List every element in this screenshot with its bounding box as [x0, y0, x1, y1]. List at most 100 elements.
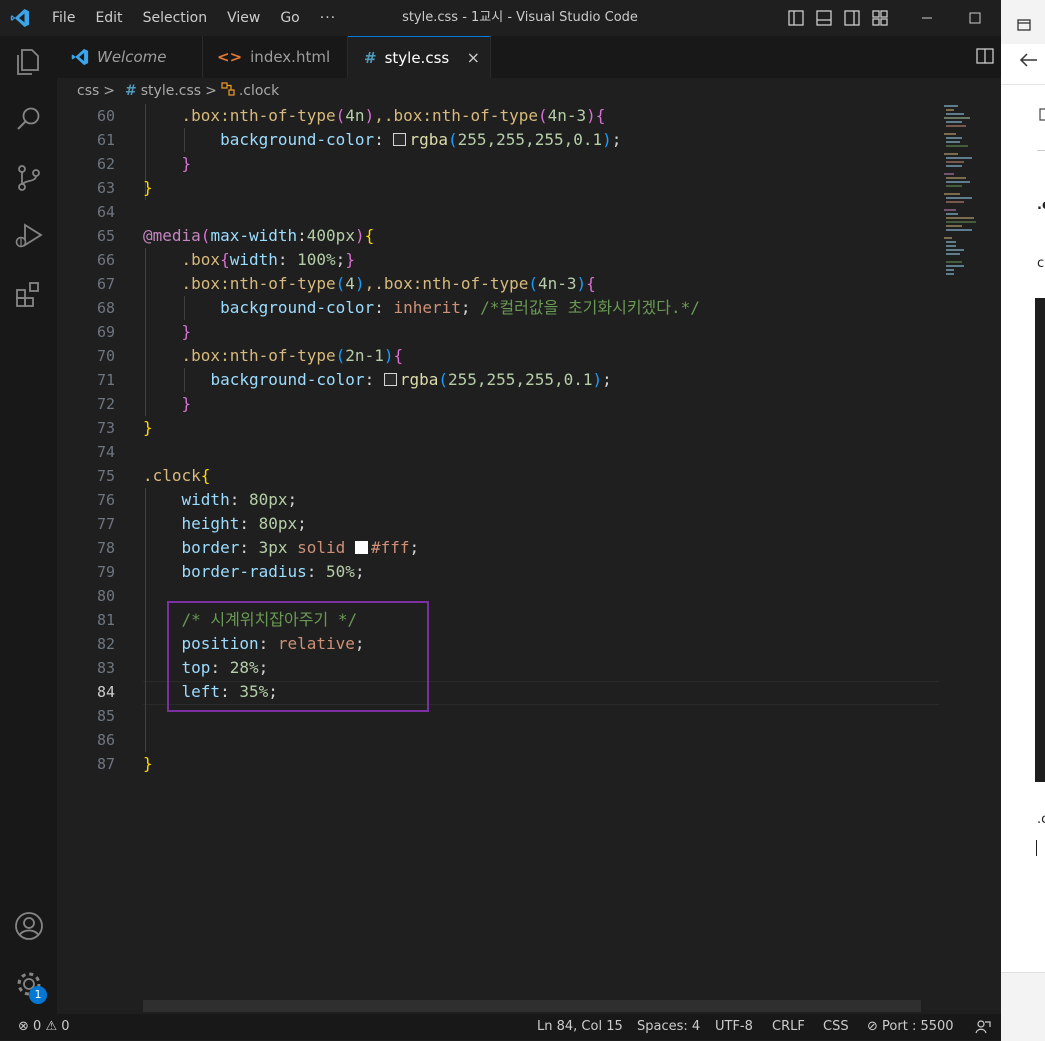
tab-icon[interactable]: [1017, 18, 1031, 32]
color-swatch[interactable]: [383, 373, 397, 386]
search-icon[interactable]: [13, 104, 45, 136]
breadcrumb-symbol[interactable]: .clock: [239, 83, 279, 99]
css-file-icon: #: [125, 83, 137, 99]
run-debug-icon[interactable]: [13, 220, 45, 252]
menu-go[interactable]: Go: [270, 10, 309, 26]
line-number-current: 84: [96, 683, 115, 701]
line-number: 61: [96, 131, 115, 149]
line-number: 82: [96, 635, 115, 653]
line-number: 75: [96, 467, 115, 485]
code-line-78: border: 3px solid #fff;: [181, 538, 420, 557]
horizontal-scrollbar[interactable]: [143, 1000, 921, 1012]
source-control-icon[interactable]: [13, 162, 45, 194]
line-number: 78: [96, 539, 115, 557]
port-label: Port : 5500: [882, 1019, 954, 1034]
tab-style-css[interactable]: # style.css ×: [348, 36, 491, 79]
line-number: 80: [96, 587, 115, 605]
end-of-line[interactable]: CRLF: [772, 1014, 805, 1040]
minimap[interactable]: [942, 104, 990, 284]
title-bar: File Edit Selection View Go ··· style.cs…: [0, 0, 1001, 36]
color-swatch[interactable]: [354, 541, 368, 554]
indentation[interactable]: Spaces: 4: [637, 1014, 700, 1040]
tab-index-html[interactable]: <> index.html: [203, 36, 348, 78]
breadcrumb-folder[interactable]: css: [77, 83, 99, 99]
code-line-73: }: [143, 418, 153, 437]
code-line-71: background-color: rgba(255,255,255,0.1);: [210, 370, 612, 389]
side-browser-window: .c c .c: [1001, 0, 1045, 1041]
problems-indicator[interactable]: ⊗ 0 ⚠ 0: [18, 1014, 70, 1040]
split-editor-icon[interactable]: [975, 46, 995, 66]
cursor-position[interactable]: Ln 84, Col 15: [537, 1014, 623, 1040]
window-title: style.css - 1교시 - Visual Studio Code: [402, 10, 638, 25]
toggle-primary-sidebar-icon[interactable]: [786, 8, 806, 28]
code-line-67: .box:nth-of-type(4),.box:nth-of-type(4n-…: [181, 274, 596, 293]
feedback-icon[interactable]: [975, 1019, 991, 1035]
code-line-63: }: [143, 178, 153, 197]
customize-layout-icon[interactable]: [870, 8, 890, 28]
line-number: 67: [96, 275, 115, 293]
color-swatch[interactable]: [393, 133, 407, 146]
error-icon: ⊗: [18, 1019, 29, 1034]
language-mode[interactable]: CSS: [823, 1014, 849, 1040]
extensions-icon[interactable]: [13, 278, 45, 310]
tab-welcome[interactable]: Welcome: [57, 36, 203, 78]
line-number: 71: [96, 371, 115, 389]
side-text-1: .c: [1037, 198, 1045, 213]
code-line-65: @media(max-width:400px){: [143, 226, 375, 245]
chevron-right-icon: >: [205, 83, 217, 99]
menu-file[interactable]: File: [42, 10, 85, 26]
line-number: 62: [96, 155, 115, 173]
minimize-button[interactable]: [904, 0, 950, 36]
editor-tabs: Welcome <> index.html # style.css ×: [57, 36, 1001, 79]
line-number: 60: [96, 107, 115, 125]
divider: [1001, 84, 1045, 85]
code-line-72: }: [181, 394, 192, 413]
vscode-icon: [71, 48, 89, 66]
line-number: 69: [96, 323, 115, 341]
menu-edit[interactable]: Edit: [85, 10, 132, 26]
toggle-secondary-sidebar-icon[interactable]: [842, 8, 862, 28]
tab-label: style.css: [384, 49, 450, 67]
explorer-icon[interactable]: [13, 46, 45, 78]
toggle-panel-icon[interactable]: [814, 8, 834, 28]
annotation-highlight-box: [167, 601, 429, 712]
code-line-79: border-radius: 50%;: [181, 562, 365, 581]
html-code-icon: <>: [217, 48, 243, 66]
back-arrow-icon[interactable]: [1019, 52, 1039, 68]
line-number: 72: [96, 395, 115, 413]
close-icon[interactable]: ×: [467, 48, 480, 67]
text-cursor: [1036, 840, 1037, 856]
breadcrumb: css > # style.css > .clock: [57, 78, 1001, 104]
vscode-logo-icon: [10, 9, 30, 27]
accounts-icon[interactable]: [13, 910, 45, 942]
browser-footer: [1001, 972, 1045, 1041]
line-number: 63: [96, 179, 115, 197]
code-editor[interactable]: 60 61 62 63 64 65 66 67 68 69 70 71 72 7…: [57, 104, 1001, 1014]
settings-notification-badge: 1: [29, 986, 47, 1004]
code-line-75: .clock{: [143, 466, 211, 485]
encoding[interactable]: UTF-8: [715, 1014, 753, 1040]
code-line-77: height: 80px;: [181, 514, 307, 533]
code-line-61: background-color: rgba(255,255,255,0.1);: [220, 130, 622, 149]
error-count: 0: [33, 1019, 42, 1034]
warning-count: 0: [61, 1019, 70, 1034]
browser-tab-strip: [1001, 0, 1045, 44]
line-number: 87: [96, 755, 115, 773]
maximize-button[interactable]: [952, 0, 998, 36]
tab-label: Welcome: [97, 48, 167, 66]
warning-icon: ⚠: [45, 1019, 58, 1034]
live-server-port[interactable]: ⊘ Port : 5500: [867, 1014, 954, 1040]
code-line-62: }: [181, 154, 192, 173]
code-line-68: background-color: inherit; /*컬러값을 초기화시키겠…: [220, 298, 700, 317]
maximize-icon: [969, 12, 981, 24]
menu-more[interactable]: ···: [310, 10, 346, 26]
side-text-2: c: [1037, 256, 1045, 271]
menu-view[interactable]: View: [217, 10, 270, 26]
menu-selection[interactable]: Selection: [133, 10, 218, 26]
breadcrumb-file[interactable]: style.css: [141, 83, 201, 99]
code-line-76: width: 80px;: [181, 490, 298, 509]
checkbox-icon[interactable]: [1039, 108, 1045, 122]
line-number: 83: [96, 659, 115, 677]
chevron-right-icon: >: [103, 83, 116, 99]
code-line-66: .box{width: 100%;}: [181, 250, 355, 269]
